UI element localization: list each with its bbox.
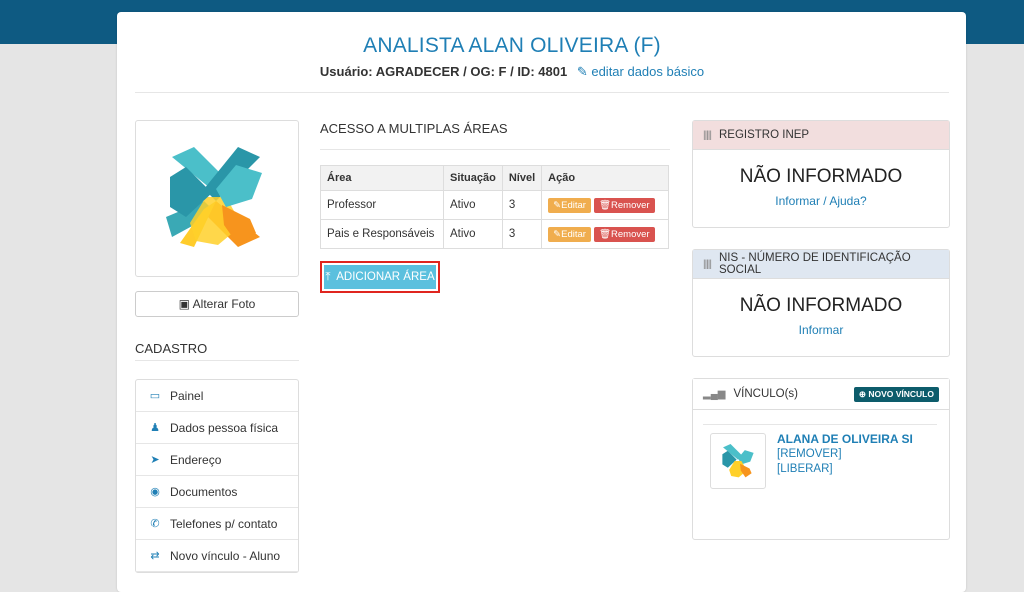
pencil-icon: ✎ (553, 228, 562, 240)
cadastro-menu: ▭ Painel ♟ Dados pessoa física ➤ Endereço ◉… (135, 379, 299, 573)
cell-area: Professor (320, 190, 444, 220)
edit-icon: ✎ (576, 64, 588, 79)
menu-item-label: Telefones p/ contato (170, 516, 278, 531)
menu-item-telefones[interactable]: ✆ Telefones p/ contato (136, 508, 298, 540)
nis-inform-link[interactable]: Informar (693, 323, 949, 337)
inep-value: NÃO INFORMADO (739, 166, 903, 187)
remove-button-label: Remover (611, 228, 650, 240)
nis-panel: ||||| NIS - NÚMERO DE IDENTIFICAÇÃO SOCIA… (692, 249, 950, 357)
menu-item-endereco[interactable]: ➤ Endereço (136, 444, 298, 476)
vinculo-liberar-link[interactable]: [LIBERAR] (777, 463, 833, 475)
trash-icon: 🗑 (598, 199, 612, 211)
cell-area: Pais e Responsáveis (320, 219, 444, 249)
edit-button[interactable]: ✎Editar (548, 226, 591, 242)
vinculo-avatar (710, 433, 766, 489)
monitor-icon: ▭ (149, 390, 161, 402)
nis-title: NIS - NÚMERO DE IDENTIFICAÇÃO SOCIAL (719, 252, 911, 276)
cell-nivel: 3 (501, 219, 543, 249)
vinculo-divider (703, 424, 937, 425)
inep-panel-header: ||||| REGISTRO INEP (693, 121, 949, 150)
logo-icon (166, 147, 262, 247)
add-area-label: ADICIONAR ÁREA (336, 271, 435, 283)
col-area: Área (320, 165, 444, 191)
add-area-highlight: ⤒ ADICIONAR ÁREA (320, 261, 440, 293)
edit-button-label: Editar (561, 199, 586, 211)
table-header-row: Área Situação Nível Ação (320, 165, 669, 191)
menu-item-dados-pessoa-fisica[interactable]: ♟ Dados pessoa física (136, 412, 298, 444)
cell-acao: ✎Editar 🗑Remover (541, 219, 669, 249)
menu-item-painel[interactable]: ▭ Painel (136, 380, 298, 412)
refresh-icon: ⇄ (150, 550, 160, 562)
areas-table: Área Situação Nível Ação Professor Ativo… (320, 165, 669, 249)
remove-button[interactable]: 🗑Remover (593, 197, 655, 213)
change-photo-button[interactable]: ▣ Alterar Foto (135, 291, 299, 317)
barcode-icon: ||||| (703, 258, 712, 270)
menu-item-label: Dados pessoa física (170, 420, 279, 435)
page-title: ANALISTA ALAN OLIVEIRA (F) (363, 34, 661, 57)
phone-icon: ✆ (150, 518, 160, 530)
multi-area-title: ACESSO A MULTIPLAS ÁREAS (320, 121, 508, 136)
edit-button-label: Editar (561, 228, 586, 240)
menu-item-novo-vinculo-aluno[interactable]: ⇄ Novo vínculo - Aluno (136, 540, 298, 572)
inep-title: REGISTRO INEP (719, 129, 810, 141)
edit-button[interactable]: ✎Editar (548, 197, 591, 213)
profile-photo (135, 120, 299, 277)
multi-area-divider (320, 149, 670, 150)
circle-dot-icon: ◉ (150, 486, 160, 498)
col-nivel: Nível (501, 165, 543, 191)
col-acao: Ação (541, 165, 669, 191)
change-photo-label: Alterar Foto (192, 297, 256, 311)
cell-acao: ✎Editar 🗑Remover (541, 190, 669, 220)
vinculo-remove-link[interactable]: [REMOVER] (777, 448, 842, 460)
new-vinculo-button[interactable]: ⊕ NOVO VÍNCULO (853, 387, 939, 402)
edit-basic-data-label: editar dados básico (591, 64, 705, 79)
menu-item-label: Painel (170, 388, 204, 403)
logo-icon (722, 444, 754, 478)
vinculo-title: VÍNCULO(s) (733, 388, 798, 400)
vinculo-name[interactable]: ALANA DE OLIVEIRA SI (777, 432, 913, 446)
barcode-icon: ||||| (703, 129, 712, 141)
add-area-button[interactable]: ⤒ ADICIONAR ÁREA (324, 265, 436, 289)
page-subtitle: Usuário: AGRADECER / OG: F / ID: 4801 ✎ … (0, 64, 1024, 80)
new-vinculo-label: NOVO VÍNCULO (868, 389, 934, 399)
trash-icon: 🗑 (598, 228, 612, 240)
inep-inform-link[interactable]: Informar / Ajuda? (693, 194, 949, 208)
plus-circle-icon: ⊕ (858, 389, 866, 399)
table-row: Professor Ativo 3 ✎Editar 🗑Remover (320, 190, 669, 220)
nis-value: NÃO INFORMADO (739, 295, 903, 316)
menu-item-label: Documentos (170, 484, 238, 499)
bar-chart-icon: ▂▄▆ (703, 388, 726, 400)
inep-panel: ||||| REGISTRO INEP NÃO INFORMADO Informa… (692, 120, 950, 228)
menu-item-label: Endereço (170, 452, 222, 467)
upload-icon: ⤒ (325, 271, 331, 283)
table-row: Pais e Responsáveis Ativo 3 ✎Editar 🗑Remo… (320, 219, 669, 249)
remove-button[interactable]: 🗑Remover (593, 226, 655, 242)
menu-item-documentos[interactable]: ◉ Documentos (136, 476, 298, 508)
header-divider (135, 92, 949, 93)
cell-situacao: Ativo (443, 190, 503, 220)
user-info: Usuário: AGRADECER / OG: F / ID: 4801 (319, 64, 568, 79)
cell-nivel: 3 (501, 190, 543, 220)
image-icon: ▣ (178, 297, 190, 311)
remove-button-label: Remover (611, 199, 650, 211)
col-situacao: Situação (443, 165, 503, 191)
edit-basic-data-link[interactable]: ✎ editar dados básico (577, 64, 704, 79)
cell-situacao: Ativo (443, 219, 503, 249)
nis-panel-header: ||||| NIS - NÚMERO DE IDENTIFICAÇÃO SOCIA… (693, 250, 949, 279)
cadastro-divider (135, 360, 299, 361)
menu-item-label: Novo vínculo - Aluno (170, 548, 281, 563)
pencil-icon: ✎ (553, 199, 562, 211)
cadastro-title: CADASTRO (135, 341, 208, 356)
vinculo-panel: ▂▄▆ VÍNCULO(s) ⊕ NOVO VÍNCULO ALANA DE OL… (692, 378, 950, 540)
location-arrow-icon: ➤ (150, 454, 160, 466)
person-icon: ♟ (150, 422, 160, 434)
